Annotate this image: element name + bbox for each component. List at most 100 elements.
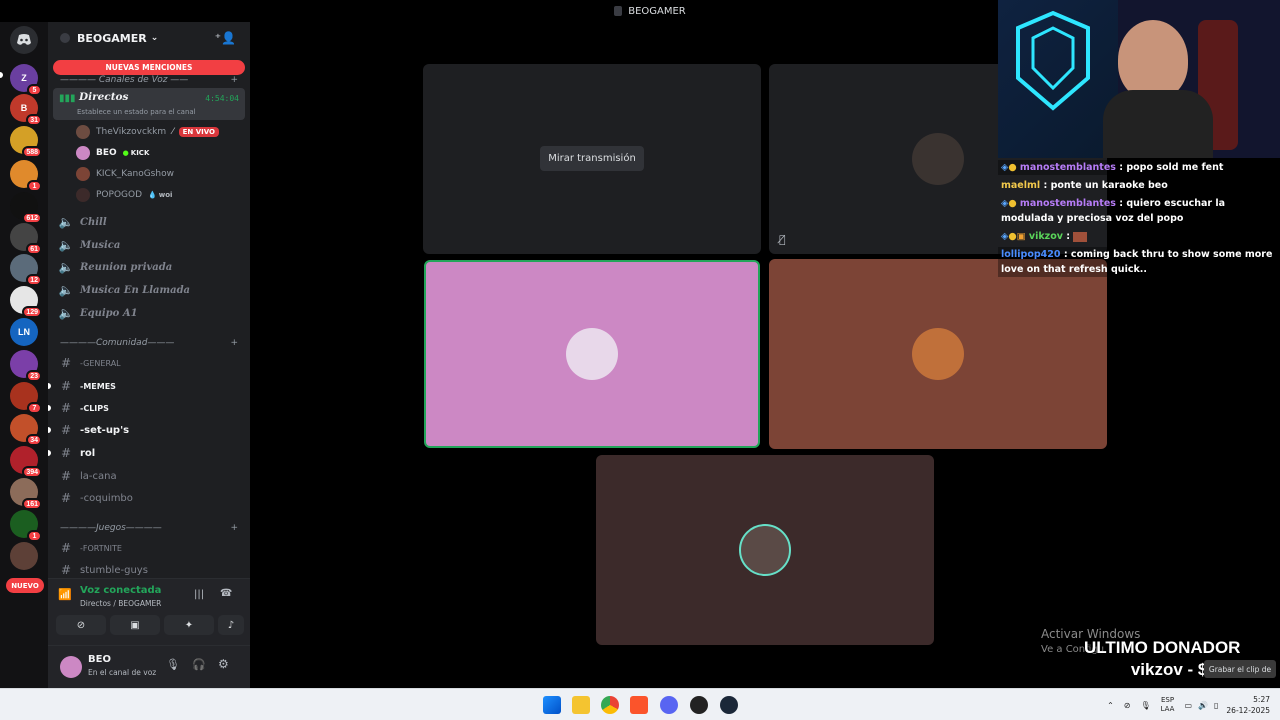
user-name: POPOGOD — [96, 190, 143, 200]
activities-button[interactable]: ✦ — [164, 615, 214, 635]
server-icon-6[interactable]: 61 — [10, 223, 42, 255]
watch-stream-button[interactable]: Mirar transmisión — [540, 146, 644, 171]
brave-icon[interactable] — [630, 696, 648, 714]
windows-start-icon[interactable] — [543, 696, 561, 714]
hash-icon: # — [60, 541, 72, 555]
add-member-icon[interactable]: ⁺👤 — [215, 31, 236, 45]
text-channel[interactable]: # stumble-guys — [48, 560, 250, 580]
server-icon-3[interactable]: 588 — [10, 126, 42, 158]
category-community[interactable]: ————Comunidad——— + — [48, 337, 250, 349]
server-icon-7[interactable]: 12 — [10, 254, 42, 286]
voice-channel[interactable]: 🔈 Musica — [48, 235, 250, 255]
avatar — [76, 146, 90, 160]
server-name: BEOGAMER — [77, 31, 147, 45]
channel-name: -MEMES — [80, 381, 116, 391]
discord-home-icon[interactable] — [10, 26, 38, 54]
server-zone[interactable]: Z5 — [10, 64, 42, 96]
text-channel[interactable]: # -FORTNITE — [48, 538, 250, 558]
text-channel[interactable]: # -coquimbo — [48, 488, 250, 508]
mention-badge: 31 — [26, 114, 42, 126]
noise-suppression-icon[interactable]: ||| — [194, 589, 204, 600]
voice-user[interactable]: KICK_KanoGshow — [48, 164, 250, 184]
server-icon-4[interactable]: 1 — [10, 160, 42, 192]
record-clip-button[interactable]: Grabar el clip de — [1204, 660, 1276, 678]
channel-status[interactable]: Establece un estado para el canal — [77, 108, 196, 116]
battery-icon[interactable]: ▯ — [1214, 701, 1218, 710]
hash-icon: # — [60, 446, 72, 460]
text-channel[interactable]: # -set-up's — [48, 420, 250, 440]
participant-tile[interactable] — [769, 259, 1107, 449]
discord-icon[interactable] — [660, 696, 678, 714]
voice-channel[interactable]: 🔈 Equipo A1 — [48, 303, 250, 323]
server-icon-5[interactable]: 612 — [10, 192, 42, 224]
volume-icon[interactable]: 🔊 — [1198, 701, 1208, 710]
disconnect-icon[interactable]: ☎ — [220, 588, 232, 599]
text-channel[interactable]: # rol — [48, 443, 250, 463]
add-channel-icon[interactable]: + — [230, 523, 238, 533]
voice-channel[interactable]: 🔈 Chill — [48, 212, 250, 232]
add-channel-icon[interactable]: + — [230, 75, 238, 85]
voice-user[interactable]: POPOGOD 💧 woi — [48, 185, 250, 205]
headphones-icon[interactable]: 🎧 — [192, 658, 206, 671]
channel-name: -GENERAL — [80, 358, 121, 368]
text-channel[interactable]: # -GENERAL — [48, 353, 250, 373]
server-beogamer[interactable]: B 31 — [10, 94, 42, 126]
muted-icon: 🎙̸ — [779, 233, 786, 246]
new-mentions-banner[interactable]: NUEVAS MENCIONES — [53, 60, 245, 75]
server-icon-14[interactable]: 161 — [10, 478, 42, 510]
language-indicator[interactable]: ESP LAA — [1161, 696, 1175, 714]
lang-primary: ESP — [1161, 696, 1175, 704]
clock-time: 5:27 — [1253, 695, 1270, 704]
add-channel-icon[interactable]: + — [230, 338, 238, 348]
gear-icon[interactable]: ⚙ — [218, 657, 229, 671]
server-icon-16[interactable] — [10, 542, 38, 570]
monitor-icon[interactable]: ▭ — [1184, 701, 1192, 710]
server-icon-10[interactable]: 23 — [10, 350, 42, 382]
text-channel[interactable]: # -MEMES — [48, 376, 250, 396]
share-screen-button[interactable]: ▣ — [110, 615, 160, 635]
emote-icon — [1073, 231, 1088, 242]
category-games[interactable]: ————Juegos———— + — [48, 522, 250, 534]
soundboard-icon: ♪ — [227, 619, 235, 631]
file-explorer-icon[interactable] — [572, 696, 590, 714]
window-title: BEOGAMER — [628, 5, 686, 17]
channel-directos[interactable]: ▮▮▮ Directos 4:54:04 Establece un estado… — [53, 88, 245, 120]
server-rail: Z5 B 31 588 1 612 61 12 129 LN 23 7 34 39… — [0, 22, 48, 688]
text-channel[interactable]: # la-cana — [48, 466, 250, 486]
clock[interactable]: 5:27 26-12-2025 — [1226, 694, 1270, 716]
chrome-icon[interactable] — [601, 696, 619, 714]
voice-channel[interactable]: 🔈 Musica En Llamada — [48, 280, 250, 300]
voice-channel[interactable]: 🔈 Reunion privada — [48, 257, 250, 277]
voice-user[interactable]: TheVikzovckkm ⁄ EN VIVO — [48, 122, 250, 142]
avatar — [76, 188, 90, 202]
server-icon-12[interactable]: 34 — [10, 414, 42, 446]
microphone-icon[interactable]: 🎙 — [1140, 701, 1150, 710]
soundboard-button[interactable]: ♪ — [218, 615, 244, 635]
microphone-icon[interactable]: 🎙 — [166, 658, 180, 671]
server-ln[interactable]: LN — [10, 318, 38, 346]
avatar[interactable] — [60, 656, 82, 678]
voice-location[interactable]: Directos / BEOGAMER — [80, 599, 161, 608]
camera-off-button[interactable]: ⊘ — [56, 615, 106, 635]
call-timer: 4:54:04 — [205, 94, 239, 103]
server-icon-15[interactable]: 1 — [10, 510, 42, 542]
live-badge: EN VIVO — [178, 127, 219, 137]
voice-user[interactable]: BEO ● KICK — [48, 143, 250, 163]
server-icon-11[interactable]: 7 — [10, 382, 42, 414]
participant-tile-speaking[interactable] — [424, 260, 760, 448]
chevron-up-icon[interactable]: ⌃ — [1107, 701, 1114, 710]
user-status: En el canal de voz — [88, 668, 157, 677]
server-icon-8[interactable]: 129 — [10, 286, 42, 318]
voice-status[interactable]: Voz conectada — [80, 585, 161, 596]
participant-tile[interactable] — [596, 455, 934, 645]
server-icon-13[interactable]: 394 — [10, 446, 42, 478]
steam-icon[interactable] — [720, 696, 738, 714]
text-channel[interactable]: # -CLIPS — [48, 398, 250, 418]
category-voice-channels[interactable]: ———— Canales de Voz —— + — [48, 74, 250, 86]
server-header[interactable]: BEOGAMER ⌄ ⁺👤 — [48, 22, 250, 54]
obs-icon[interactable] — [690, 696, 708, 714]
chevron-down-icon: ⌄ — [150, 33, 159, 43]
network-icon[interactable]: ⊘ — [1124, 701, 1131, 710]
discord-window: BEOGAMER Z5 B 31 588 1 612 61 12 129 LN 2… — [0, 0, 1280, 720]
new-servers-pill[interactable]: NUEVO — [6, 578, 44, 593]
